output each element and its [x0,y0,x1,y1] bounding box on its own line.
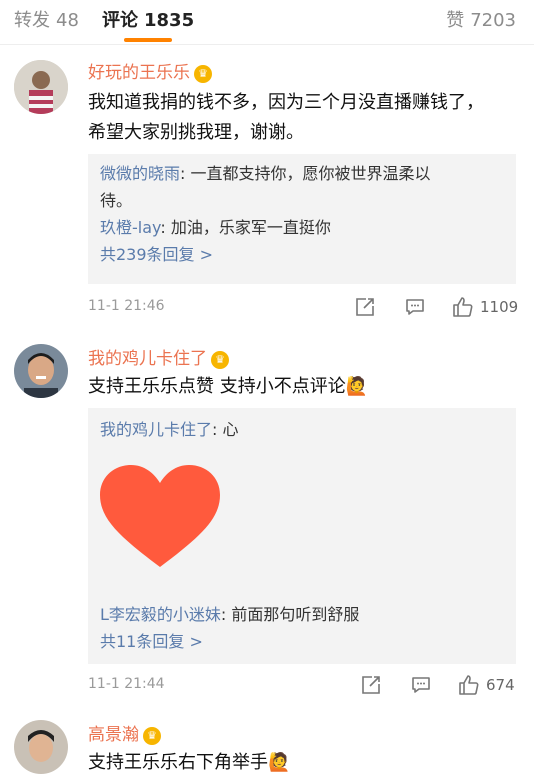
tab-repost-label: 转发 [14,10,50,31]
comment-username[interactable]: 好玩的王乐乐 ♛ [88,58,212,83]
reply-text: 心 [222,420,239,439]
reply-username[interactable]: 微微的晓雨 [100,164,180,183]
comment-text-line: 我知道我捐的钱不多，因为三个月没直播赚钱了， [88,92,484,113]
reply-box[interactable]: 我的鸡儿卡住了: 心 L李宏毅的小迷妹: 前面那句听到舒服 共11条回复 > [88,408,516,664]
tab-comments[interactable]: 评论 1835 [102,6,194,32]
crown-icon: ♛ [211,351,229,369]
reply-item[interactable]: 微微的晓雨: 一直都支持你，愿你被世界温柔以待。 [100,160,504,214]
comment-username[interactable]: 高景瀚 ♛ [88,720,161,745]
reply-username[interactable]: 玖橙-lay [100,218,160,237]
reply-text: 一直都支持你，愿你被世界温柔以 [190,164,431,183]
avatar-image [14,344,68,398]
like-icon[interactable] [458,674,480,696]
tab-repost-count: 48 [56,10,79,31]
heart-icon [100,465,220,567]
comment-time: 11-1 21:44 [88,676,165,692]
reply-text: 待。 [100,191,133,210]
comment-meta: 11-1 21:46 1109 [88,296,518,320]
comment-icon[interactable] [404,296,426,318]
avatar-image [14,60,68,114]
comment-text-line: 希望大家别挑我理，谢谢。 [88,122,304,143]
like-icon[interactable] [452,296,474,318]
reply-text: 前面那句听到舒服 [231,605,360,624]
comment-time: 11-1 21:46 [88,298,165,314]
more-replies-link[interactable]: 共239条回复 > [100,241,504,269]
comment-meta: 11-1 21:44 674 [88,674,518,698]
username-text: 好玩的王乐乐 [88,63,190,83]
reply-item[interactable]: L李宏毅的小迷妹: 前面那句听到舒服 [100,601,504,628]
reply-separator: : [180,164,191,183]
tab-bar: 转发 48 评论 1835 赞 7203 [0,0,534,45]
reply-separator: : [212,420,223,439]
tab-comments-label: 评论 [102,10,138,31]
tab-likes-label: 赞 [446,10,465,31]
reply-item[interactable]: 我的鸡儿卡住了: 心 [100,416,504,443]
tab-likes-count: 7203 [470,10,516,31]
reply-username[interactable]: L李宏毅的小迷妹 [100,605,221,624]
tab-comments-count: 1835 [144,10,195,31]
share-icon[interactable] [360,674,382,696]
crown-icon: ♛ [143,727,161,745]
comment-icon[interactable] [410,674,432,696]
reply-box[interactable]: 微微的晓雨: 一直都支持你，愿你被世界温柔以待。 玖橙-lay: 加油，乐家军一… [88,154,516,284]
reply-separator: : [160,218,171,237]
comment-username[interactable]: 我的鸡儿卡住了 ♛ [88,344,229,369]
active-tab-indicator [124,38,172,42]
reply-separator: : [220,605,232,624]
like-count: 674 [486,676,515,694]
comment-item: 好玩的王乐乐 ♛ 我知道我捐的钱不多，因为三个月没直播赚钱了， 希望大家别挑我理，… [0,44,534,334]
reply-username[interactable]: 我的鸡儿卡住了 [100,420,212,439]
crown-icon: ♛ [194,65,212,83]
comment-text: 支持王乐乐右下角举手🙋 [88,752,291,773]
heart-emoji-container [100,443,504,595]
more-replies-link[interactable]: 共11条回复 > [100,628,504,656]
like-count: 1109 [480,298,519,316]
username-text: 我的鸡儿卡住了 [88,349,207,369]
reply-text: 加油，乐家军一直挺你 [170,218,331,237]
comment-text: 支持王乐乐点赞 支持小不点评论🙋 [88,376,369,397]
username-text: 高景瀚 [88,725,139,745]
avatar[interactable] [14,60,68,114]
reply-item[interactable]: 玖橙-lay: 加油，乐家军一直挺你 [100,214,504,241]
comment-text: 我知道我捐的钱不多，因为三个月没直播赚钱了， 希望大家别挑我理，谢谢。 [88,88,508,148]
comment-item: 我的鸡儿卡住了 ♛ 支持王乐乐点赞 支持小不点评论🙋 我的鸡儿卡住了: 心 L李宏… [0,334,534,710]
share-icon[interactable] [354,296,376,318]
tab-likes[interactable]: 赞 7203 [446,6,516,32]
comment-item: 高景瀚 ♛ 支持王乐乐右下角举手🙋 [0,710,534,774]
tab-repost[interactable]: 转发 48 [14,6,79,32]
avatar[interactable] [14,344,68,398]
